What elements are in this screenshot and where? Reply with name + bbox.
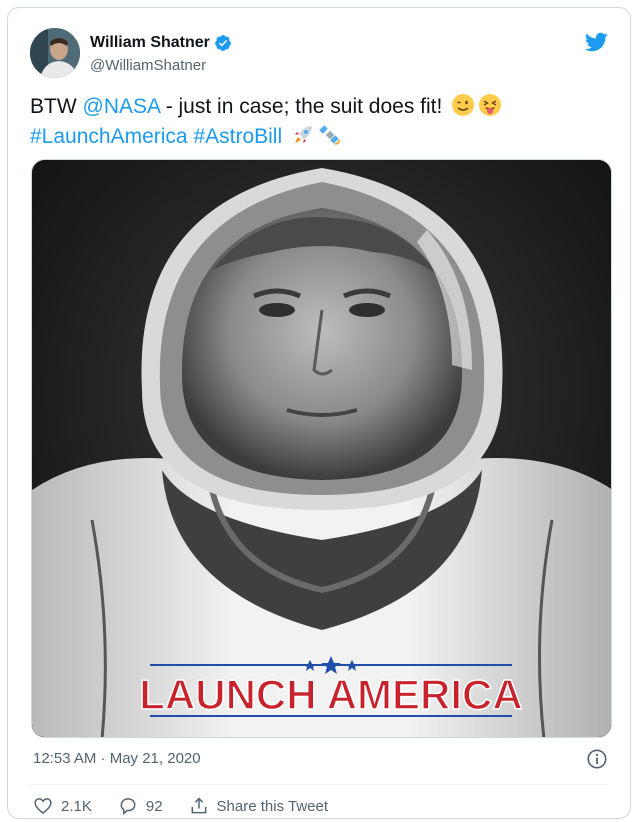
tweet-text: BTW @NASA - just in case; the suit does …	[30, 92, 620, 152]
wink-face-icon	[452, 94, 475, 116]
like-button[interactable]: 2.1K	[33, 796, 92, 816]
tweet-media-image[interactable]: LAUNCH AMERICA	[31, 159, 612, 738]
like-count: 2.1K	[61, 797, 92, 815]
info-icon[interactable]	[586, 748, 608, 770]
twitter-bird-icon[interactable]	[582, 30, 610, 54]
tongue-face-icon	[479, 94, 502, 116]
satellite-icon	[319, 125, 340, 145]
tweet-text-body: - just in case; the suit does fit!	[159, 95, 443, 118]
avatar[interactable]	[30, 28, 80, 78]
share-button[interactable]: Share this Tweet	[189, 796, 328, 816]
mention-nasa-link[interactable]: @NASA	[83, 95, 160, 118]
reply-button[interactable]: 92	[118, 796, 163, 816]
share-label: Share this Tweet	[216, 797, 328, 815]
rocket-icon	[294, 126, 312, 143]
launch-america-banner: LAUNCH AMERICA	[139, 671, 522, 718]
tweet-timestamp[interactable]: 12:53 AM · May 21, 2020	[33, 750, 201, 767]
verified-badge-icon	[215, 35, 231, 51]
tweet-text-prefix: BTW	[30, 95, 83, 118]
share-icon	[191, 797, 206, 814]
astronaut-portrait-image: LAUNCH AMERICA	[32, 160, 611, 737]
author-name[interactable]: William Shatner	[90, 34, 210, 52]
heart-icon	[34, 798, 52, 815]
hashtag-launchamerica-link[interactable]: #LaunchAmerica	[30, 125, 188, 148]
hashtag-astrobill-link[interactable]: #AstroBill	[193, 125, 282, 148]
reply-bubble-icon	[120, 798, 136, 816]
tweet-actions: 2.1K 92 Share this Tweet	[33, 793, 354, 818]
author-name-row[interactable]: William Shatner	[90, 32, 232, 54]
reply-count: 92	[145, 797, 163, 815]
author-handle[interactable]: @WilliamShatner	[90, 57, 206, 74]
tweet-card: William Shatner @WilliamShatner BTW @NAS…	[7, 7, 631, 819]
divider	[30, 784, 608, 785]
